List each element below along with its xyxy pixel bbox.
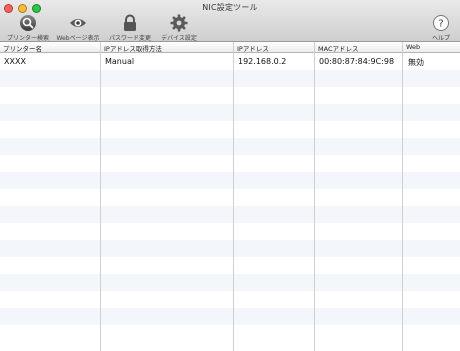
password-change-button[interactable]: パスワード変更 — [108, 14, 152, 42]
column-header-printer-name[interactable]: プリンター名 — [3, 43, 42, 53]
column-header-ip-method[interactable]: IPアドレス取得方法 — [104, 43, 162, 53]
eye-icon — [70, 19, 86, 27]
empty-row — [0, 223, 460, 240]
help-button[interactable]: ? ヘルプ — [423, 14, 459, 42]
column-divider[interactable] — [233, 42, 234, 351]
empty-row — [0, 104, 460, 121]
password-change-label: パスワード変更 — [108, 35, 151, 42]
printer-table: XXXX Manual 192.168.0.2 00:80:87:84:9C:9… — [0, 53, 460, 351]
window-titlebar: NIC設定ツール プリンター検索 Webページ表示 パスワード変更 デバイス設定… — [0, 0, 460, 42]
ip-method-cell: Manual — [105, 57, 135, 66]
web-page-label: Webページ表示 — [56, 35, 100, 42]
table-header: プリンター名 IPアドレス取得方法 IPアドレス MACアドレス Web — [0, 42, 460, 53]
ip-address-cell: 192.168.0.2 — [238, 57, 287, 66]
printer-search-label: プリンター検索 — [6, 35, 49, 42]
empty-row — [0, 291, 460, 308]
printer-name-cell: XXXX — [4, 57, 26, 66]
svg-text:?: ? — [438, 19, 443, 30]
empty-row — [0, 257, 460, 274]
web-page-button[interactable]: Webページ表示 — [56, 14, 100, 42]
empty-row — [0, 308, 460, 325]
window-title: NIC設定ツール — [202, 3, 258, 12]
column-divider[interactable] — [100, 42, 101, 351]
empty-row — [0, 189, 460, 206]
column-header-mac-address[interactable]: MACアドレス — [318, 43, 358, 53]
empty-row — [0, 274, 460, 291]
table-row[interactable]: XXXX Manual 192.168.0.2 00:80:87:84:9C:9… — [0, 53, 460, 70]
help-icon: ? — [433, 15, 449, 31]
column-divider[interactable] — [402, 42, 403, 351]
device-settings-button[interactable]: デバイス設定 — [157, 14, 201, 42]
empty-row — [0, 155, 460, 172]
column-header-web[interactable]: Web — [406, 43, 420, 51]
empty-row — [0, 70, 460, 87]
empty-row — [0, 240, 460, 257]
empty-row — [0, 138, 460, 155]
mac-address-cell: 00:80:87:84:9C:98 — [319, 57, 395, 66]
help-label: ヘルプ — [431, 35, 450, 42]
device-settings-label: デバイス設定 — [161, 35, 197, 42]
magnifier-icon — [20, 15, 36, 31]
column-header-ip-address[interactable]: IPアドレス — [237, 43, 269, 53]
column-divider[interactable] — [314, 42, 315, 351]
empty-row — [0, 87, 460, 104]
lock-icon — [124, 14, 136, 31]
gear-icon — [170, 14, 188, 32]
web-status-cell: 無効 — [408, 58, 424, 67]
empty-row — [0, 206, 460, 223]
empty-row — [0, 121, 460, 138]
printer-search-button[interactable]: プリンター検索 — [6, 14, 50, 42]
empty-row — [0, 172, 460, 189]
empty-row — [0, 325, 460, 342]
